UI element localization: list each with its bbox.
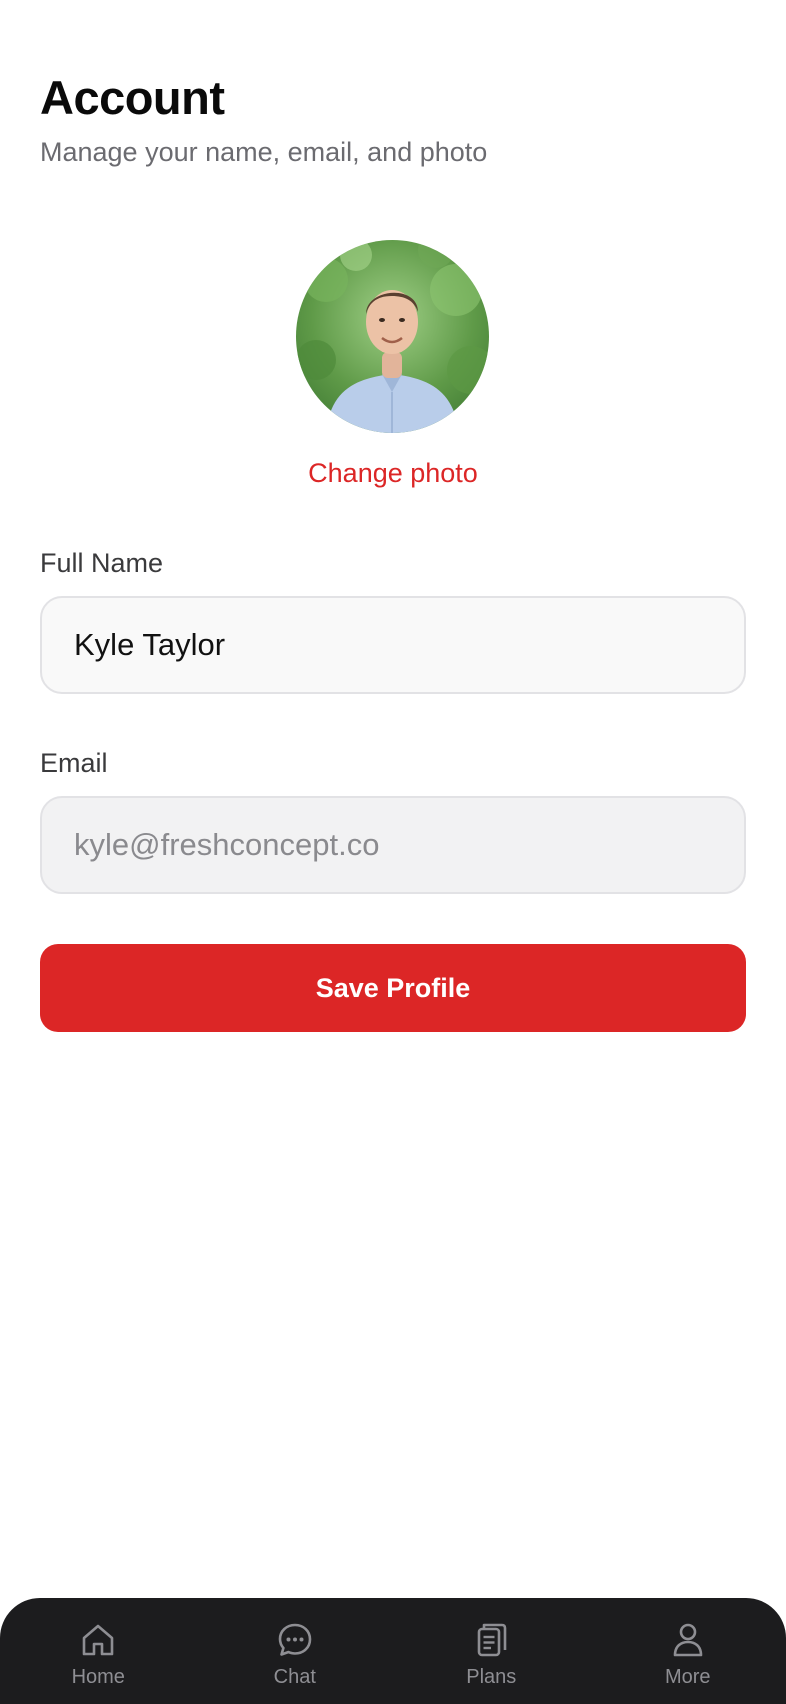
home-icon: [82, 1624, 114, 1656]
save-profile-button[interactable]: Save Profile: [40, 944, 746, 1032]
person-icon: [673, 1623, 703, 1657]
page-subtitle: Manage your name, email, and photo: [40, 137, 488, 167]
email-label: Email: [40, 748, 108, 778]
tab-home-label: Home: [71, 1666, 125, 1688]
page-title: Account: [40, 71, 225, 124]
full-name-label: Full Name: [40, 548, 164, 578]
tab-more-label: More: [664, 1666, 711, 1688]
tab-chat[interactable]: Chat: [197, 1598, 394, 1704]
change-photo-link[interactable]: Change photo: [0, 458, 786, 489]
tab-plans-label: Plans: [466, 1666, 517, 1688]
page-header: Account Manage your name, email, and pho…: [40, 72, 740, 168]
tab-plans[interactable]: Plans: [393, 1598, 590, 1704]
tab-more[interactable]: More: [590, 1598, 786, 1704]
tab-chat-label: Chat: [273, 1666, 316, 1688]
clipboard-icon: [477, 1623, 507, 1657]
tab-home[interactable]: Home: [0, 1598, 197, 1704]
email-field[interactable]: [40, 796, 746, 894]
full-name-input[interactable]: [40, 596, 746, 694]
account-screen: Account Manage your name, email, and pho…: [0, 0, 786, 1704]
user-photo-icon: [296, 240, 489, 433]
chat-icon: [278, 1623, 312, 1656]
avatar[interactable]: [296, 240, 489, 433]
bottom-tab-bar: Home Chat Plans More: [0, 1598, 786, 1704]
